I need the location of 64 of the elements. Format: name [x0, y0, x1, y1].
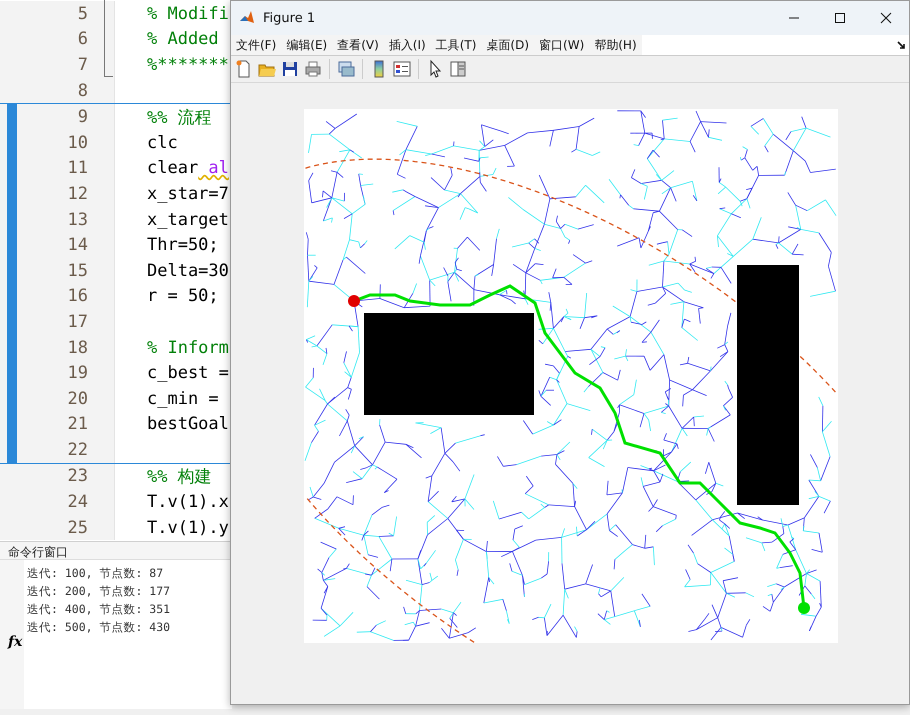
close-icon	[880, 12, 892, 24]
line-number: 6	[78, 29, 88, 50]
line-number: 20	[68, 388, 88, 409]
code-line: %*******	[146, 54, 229, 75]
line-number: 17	[68, 312, 88, 332]
line-number: 22	[68, 440, 88, 460]
menu-item[interactable]: 文件(F)	[231, 35, 282, 55]
goal-marker	[798, 602, 810, 614]
prompt-label: fx	[8, 634, 22, 650]
code-line: clc	[146, 132, 178, 153]
menu-item[interactable]: 查看(V)	[332, 35, 384, 55]
print-icon[interactable]	[303, 59, 323, 79]
code-line: Thr=50;	[146, 235, 219, 256]
code-line: % Inform	[146, 338, 229, 358]
legend-icon[interactable]	[392, 59, 412, 79]
line-number: 23	[68, 466, 88, 486]
menu-item[interactable]: 窗口(W)	[534, 35, 590, 55]
line-number: 21	[68, 414, 88, 434]
output-line: 迭代: 100, 节点数: 87	[27, 565, 164, 582]
line-number: 5	[78, 4, 88, 24]
menu-item[interactable]: 编辑(E)	[281, 35, 332, 55]
output-line: 迭代: 200, 节点数: 177	[27, 583, 170, 600]
line-number: 24	[68, 492, 88, 512]
line-number: 12	[68, 184, 88, 204]
code-line: % Added	[146, 29, 219, 50]
code-line: r = 50;	[146, 286, 219, 306]
menu-item[interactable]: 桌面(D)	[481, 35, 534, 55]
window-title: Figure 1	[263, 10, 316, 26]
output-line: 迭代: 400, 节点数: 351	[27, 601, 170, 618]
code-line: x_star=7	[146, 184, 229, 204]
line-number: 11	[68, 158, 88, 178]
maximize-icon	[834, 12, 846, 24]
line-number: 15	[68, 260, 88, 281]
peak-icon	[239, 10, 255, 26]
code-line: T.v(1).y	[146, 518, 229, 538]
line-number: 13	[68, 210, 88, 230]
line-number: 25	[68, 518, 88, 538]
code-line: %% 流程	[146, 106, 212, 129]
code-line: Delta=30	[146, 260, 229, 281]
code-line: c_min =	[146, 388, 219, 409]
code-line: %% 构建	[146, 466, 212, 488]
code-line: % Modifi	[146, 4, 229, 24]
save-icon[interactable]	[280, 59, 300, 79]
line-number: 10	[68, 132, 88, 153]
code-line: bestGoal	[146, 414, 229, 434]
line-number: 19	[68, 363, 88, 384]
dock-icon[interactable]	[897, 40, 906, 50]
fold-marker[interactable]	[104, 0, 113, 77]
code-line: T.v(1).x	[146, 492, 229, 512]
line-number: 16	[68, 286, 88, 306]
menu-item[interactable]: 帮助(H)	[589, 35, 642, 55]
start-marker	[348, 295, 360, 307]
code-line: x_target	[146, 210, 229, 230]
code-line: clear al	[146, 158, 229, 178]
menu-item[interactable]: 工具(T)	[430, 35, 482, 55]
menu-item[interactable]: 插入(I)	[384, 35, 431, 55]
output-line: 迭代: 500, 节点数: 430	[27, 619, 170, 636]
link-plot-icon[interactable]	[336, 59, 356, 79]
line-number: 18	[68, 338, 88, 358]
line-number: 14	[68, 235, 88, 256]
line-number: 7	[78, 54, 88, 75]
line-number: 8	[78, 80, 88, 101]
line-number: 9	[78, 107, 88, 128]
code-line: c_best =	[146, 363, 229, 384]
